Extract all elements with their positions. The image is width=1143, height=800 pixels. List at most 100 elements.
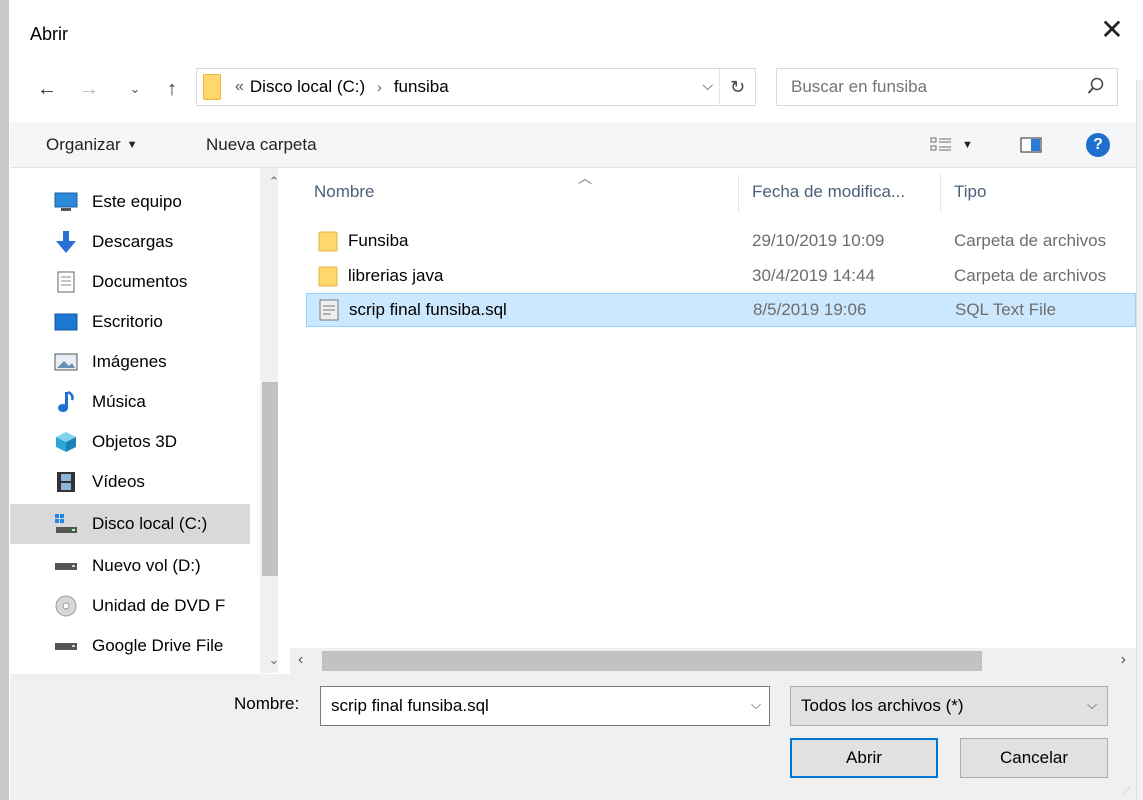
sidebar-item-google-drive[interactable]: Google Drive File (10, 626, 250, 666)
sidebar-item-label: Este equipo (92, 192, 182, 211)
preview-pane-icon (1020, 137, 1042, 153)
sidebar-item-label: Música (92, 392, 146, 411)
preview-pane-button[interactable] (1020, 122, 1042, 168)
column-header-fecha[interactable]: Fecha de modifica... (752, 168, 932, 216)
close-icon[interactable]: ✕ (1094, 12, 1130, 48)
back-arrow-icon[interactable]: ← (30, 68, 64, 110)
sidebar-item-label: Documentos (92, 272, 188, 291)
cancel-button[interactable]: Cancelar (960, 738, 1108, 778)
dialog-footer: Nombre: ⌵ Todos los archivos (*) ⌵ Abrir… (10, 674, 1136, 800)
column-header-nombre[interactable]: Nombre (314, 168, 754, 216)
sidebar-item-imagenes[interactable]: Imágenes (10, 342, 250, 382)
view-details-icon (930, 137, 951, 151)
file-row-scrip-final-funsiba[interactable]: scrip final funsiba.sql 8/5/2019 19:06 S… (306, 293, 1136, 327)
window-left-edge (0, 0, 9, 800)
sidebar-item-label: Escritorio (92, 312, 163, 331)
folder-icon (318, 231, 338, 252)
breadcrumb-funsiba[interactable]: funsiba (394, 77, 449, 97)
sidebar-item-label: Unidad de DVD F (92, 596, 226, 615)
search-icon[interactable] (1087, 77, 1105, 95)
column-header-tipo[interactable]: Tipo (954, 168, 1134, 216)
drive-icon (54, 634, 78, 658)
file-type: SQL Text File (955, 300, 1057, 319)
up-arrow-icon[interactable]: ↑ (155, 68, 189, 110)
open-button[interactable]: Abrir (790, 738, 938, 778)
file-list[interactable]: Nombre ︿ Fecha de modifica... Tipo Funsi… (290, 168, 1136, 648)
file-name: librerias java (348, 266, 444, 285)
computer-icon (54, 190, 78, 214)
help-icon[interactable]: ? (1086, 133, 1110, 157)
command-toolbar: Organizar ▼ Nueva carpeta ▼ ? (10, 122, 1136, 168)
address-dropdown-chevron-icon[interactable]: ⌵ (702, 77, 713, 94)
filetype-select[interactable]: Todos los archivos (*) ⌵ (790, 686, 1108, 726)
sidebar-item-label: Imágenes (92, 352, 167, 371)
music-note-icon (54, 390, 78, 414)
file-name: scrip final funsiba.sql (349, 300, 507, 319)
sidebar-item-disco-local[interactable]: Disco local (C:) (10, 504, 250, 544)
scroll-right-chevron-icon[interactable]: › (1121, 651, 1126, 669)
column-divider[interactable] (738, 174, 739, 212)
filename-combobox[interactable]: ⌵ (320, 686, 770, 726)
resize-grip-icon[interactable]: ⋰ (1122, 786, 1132, 796)
sidebar-item-musica[interactable]: Música (10, 382, 250, 422)
sidebar-item-label: Vídeos (92, 472, 145, 491)
organize-label: Organizar (46, 135, 121, 154)
sidebar-item-label: Objetos 3D (92, 432, 178, 451)
sidebar-item-descargas[interactable]: Descargas (10, 222, 250, 262)
caret-down-icon: ▼ (126, 139, 138, 151)
documents-icon (54, 270, 78, 294)
file-row-librerias-java[interactable]: librerias java 30/4/2019 14:44 Carpeta d… (306, 259, 1136, 293)
sidebar-item-escritorio[interactable]: Escritorio (10, 302, 250, 342)
file-date: 30/4/2019 14:44 (752, 266, 875, 285)
search-input[interactable] (791, 77, 1051, 97)
drive-icon (54, 554, 78, 578)
sidebar-item-documentos[interactable]: Documentos (10, 262, 250, 302)
navigation-pane[interactable]: Este equipo Descargas Documentos Escrito… (10, 168, 278, 673)
scrollbar-thumb[interactable] (322, 651, 982, 671)
file-name: Funsiba (348, 231, 409, 250)
sidebar-scrollbar[interactable]: ⌃ ⌄ (260, 168, 278, 673)
refresh-icon[interactable]: ↻ (719, 69, 755, 105)
horizontal-scrollbar[interactable]: ‹ › (290, 648, 1136, 674)
recent-locations-chevron-icon[interactable]: ⌄ (124, 68, 146, 110)
folder-icon (318, 266, 338, 287)
file-type: Carpeta de archivos (954, 231, 1107, 250)
title-bar: Abrir ✕ (0, 0, 1143, 64)
chevron-down-icon: ⌵ (1087, 697, 1097, 712)
sidebar-item-este-equipo[interactable]: Este equipo (10, 182, 250, 222)
address-bar[interactable]: « Disco local (C:) › funsiba ⌵ ↻ (196, 68, 756, 106)
sidebar-item-nuevo-vol[interactable]: Nuevo vol (D:) (10, 546, 250, 586)
sidebar-item-label: Disco local (C:) (92, 514, 208, 533)
sidebar-item-label: Descargas (92, 232, 174, 251)
column-divider[interactable] (940, 174, 941, 212)
file-date: 29/10/2019 10:09 (752, 231, 885, 250)
windows-drive-icon (54, 512, 78, 536)
scrollbar-thumb[interactable] (262, 382, 278, 576)
breadcrumb-disco-local[interactable]: Disco local (C:) (250, 77, 365, 97)
change-view-button[interactable]: ▼ (930, 122, 973, 168)
navigation-bar: ← → ⌄ ↑ « Disco local (C:) › funsiba ⌵ ↻ (0, 68, 1143, 110)
scroll-left-chevron-icon[interactable]: ‹ (298, 651, 303, 669)
scroll-down-chevron-icon[interactable]: ⌄ (260, 652, 278, 668)
scroll-up-chevron-icon[interactable]: ⌃ (260, 174, 278, 190)
download-arrow-icon (54, 230, 78, 254)
caret-down-icon: ▼ (962, 139, 973, 151)
sidebar-item-label: Google Drive File (92, 636, 224, 655)
search-box[interactable] (776, 68, 1118, 106)
breadcrumb-chevron-icon[interactable]: › (377, 79, 382, 95)
chevron-down-icon[interactable]: ⌵ (751, 697, 761, 713)
column-header-label: Tipo (954, 182, 987, 201)
file-row-funsiba[interactable]: Funsiba 29/10/2019 10:09 Carpeta de arch… (306, 224, 1136, 258)
desktop-icon (54, 310, 78, 334)
pictures-icon (54, 350, 78, 374)
forward-arrow-icon[interactable]: → (72, 68, 106, 110)
column-header-label: Fecha de modifica... (752, 182, 906, 201)
organize-button[interactable]: Organizar ▼ (46, 122, 138, 168)
cube-3d-icon (54, 430, 78, 454)
breadcrumb-overflow[interactable]: « (235, 78, 244, 96)
sidebar-item-dvd[interactable]: Unidad de DVD F (10, 586, 250, 626)
sidebar-item-videos[interactable]: Vídeos (10, 462, 250, 502)
sidebar-item-objetos-3d[interactable]: Objetos 3D (10, 422, 250, 462)
filename-input[interactable] (331, 696, 721, 716)
new-folder-button[interactable]: Nueva carpeta (206, 122, 317, 168)
